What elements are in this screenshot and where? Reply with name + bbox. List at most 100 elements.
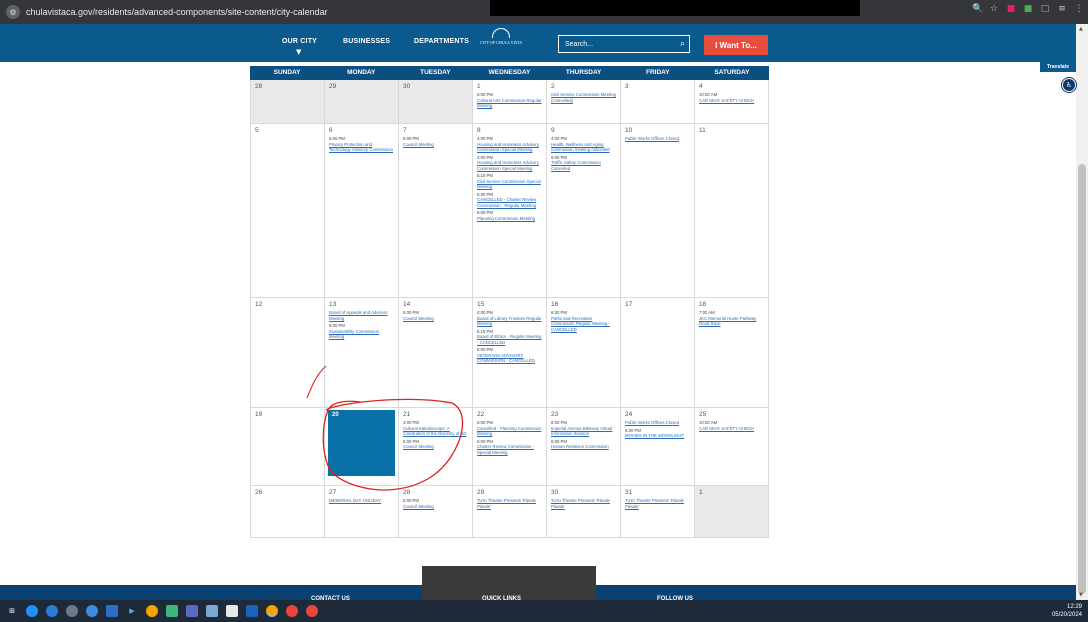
calendar-day[interactable]: 23 6:00 PM Imperial Avenue Bikeway Virtual… — [547, 408, 621, 485]
address-bar[interactable]: chulavistaca.gov/residents/advanced-comp… — [26, 7, 328, 17]
calendar-day[interactable]: 8 4:00 PM Housing and Homeless Advisory Co… — [473, 124, 547, 297]
calendar-day[interactable]: 10 Public Works Offices Closed — [621, 124, 695, 297]
nav-departments[interactable]: DEPARTMENTS — [414, 38, 469, 45]
calendar-day[interactable]: 2 Civil Service Commission Meeting (Cance… — [547, 80, 621, 123]
calendar-day[interactable]: 18 7:00 AM JKC Memorial Hunte Parkway Road… — [695, 298, 769, 407]
calendar-day[interactable]: 1 6:00 PM Cultural Arts Commission Regular… — [473, 80, 547, 123]
calendar-day-today[interactable]: 20 — [325, 408, 399, 485]
system-clock[interactable]: 12:29 05/20/2024 — [1052, 603, 1082, 619]
app-icon[interactable] — [186, 605, 198, 617]
event-link[interactable]: Cultural Kaleidoscope: A Celebration of … — [403, 426, 468, 437]
calendar-day[interactable]: 17 — [621, 298, 695, 407]
word-icon[interactable] — [246, 605, 258, 617]
event-link[interactable]: Housing and Homeless Advisory Commission… — [477, 160, 542, 171]
event-link[interactable]: Planning Commission Meeting — [477, 216, 542, 222]
event-link[interactable]: Council Meeting — [403, 142, 468, 148]
scroll-up-icon[interactable]: ▲ — [1079, 26, 1083, 32]
chrome-icon[interactable] — [286, 605, 298, 617]
event-link[interactable]: Human Relations Commission — [551, 444, 616, 450]
event-link[interactable]: Sustainability Commission Meeting — [329, 329, 394, 340]
event-link[interactable]: Board of Library Trustees Regular Meetin… — [477, 316, 542, 327]
extension-icon[interactable]: □ — [1040, 4, 1050, 14]
nav-our-city[interactable]: OUR CITY — [282, 38, 317, 45]
event-link[interactable]: Board of Ethics - Regular Meeting - CANC… — [477, 334, 542, 345]
event-link[interactable]: Charter Review Commission - Special Meet… — [477, 444, 542, 455]
chrome-icon[interactable] — [266, 605, 278, 617]
calendar-day[interactable]: 28 — [251, 80, 325, 123]
translate-button[interactable]: Translate — [1040, 62, 1076, 72]
event-link[interactable]: Civil Service Commission Special Meeting — [477, 179, 542, 190]
calendar-day[interactable]: 29 — [325, 80, 399, 123]
calendar-day[interactable]: 31 TuYo Theatre Presents 'Pásale Pásale' — [621, 486, 695, 537]
event-link[interactable]: Health, Wellness and Aging commission me… — [551, 142, 616, 153]
calendar-day[interactable]: 25 10:00 AM CAR SEAT SAFETY CHECK — [695, 408, 769, 485]
event-link[interactable]: Civil Service Commission Meeting (Cancel… — [551, 92, 616, 103]
event-link[interactable]: TuYo Theatre Presents 'Pásale Pásale' — [551, 498, 616, 509]
event-link[interactable]: Board of Appeals and Advisors Meeting — [329, 310, 394, 321]
calendar-day[interactable]: 11 — [695, 124, 769, 297]
calendar-day[interactable]: 22 6:00 PM Cancelled - Planning Commission… — [473, 408, 547, 485]
event-link[interactable]: Council Meeting — [403, 316, 468, 322]
calendar-day[interactable]: 27 MEMORIAL DAY HOLIDAY — [325, 486, 399, 537]
scroll-thumb[interactable] — [1078, 164, 1086, 594]
menu-icon[interactable]: ⋮ — [1074, 4, 1084, 14]
calendar-day[interactable]: 1 — [695, 486, 769, 537]
event-link[interactable]: TuYo Theatre Presents 'Pásale Pásale' — [625, 498, 690, 509]
search-input[interactable]: Search... ⌕ — [558, 35, 690, 53]
calendar-day[interactable]: 4 10:00 AM CAR SEAT SAFETY CHECK — [695, 80, 769, 123]
event-link[interactable]: Parks and Recreation Commission Regular … — [551, 316, 616, 333]
event-link[interactable]: VETERANS ADVISORY COMMISSION - CANCELLED — [477, 353, 542, 364]
event-link[interactable]: Council Meeting — [403, 444, 468, 450]
event-link[interactable]: CAR SEAT SAFETY CHECK — [699, 426, 764, 432]
event-link[interactable]: Traffic Safety Commission Cancelled — [551, 160, 616, 171]
app-icon[interactable] — [66, 605, 78, 617]
calendar-day[interactable]: 30 TuYo Theatre Presents 'Pásale Pásale' — [547, 486, 621, 537]
event-link[interactable]: MOVIES IN THE MOONLIGHT — [625, 433, 690, 439]
event-link[interactable]: Cultural Arts Commission Regular Meeting — [477, 98, 542, 109]
calendar-day[interactable]: 3 — [621, 80, 695, 123]
nav-businesses[interactable]: BUSINESSES — [343, 38, 390, 45]
app-icon[interactable] — [166, 605, 178, 617]
app-icon[interactable] — [206, 605, 218, 617]
zoom-icon[interactable]: 🔍 — [972, 4, 983, 14]
edge-icon[interactable] — [46, 605, 58, 617]
accessibility-icon[interactable]: ♿ — [1062, 78, 1076, 92]
calendar-day[interactable]: 15 4:00 PM Board of Library Trustees Regul… — [473, 298, 547, 407]
star-icon[interactable]: ☆ — [989, 4, 999, 14]
calendar-day[interactable]: 24 Public Works Offices Closed 6:00 PM MOVI… — [621, 408, 695, 485]
site-info-icon[interactable]: ⚙ — [6, 5, 20, 19]
calendar-day[interactable]: 16 6:30 PM Parks and Recreation Commission… — [547, 298, 621, 407]
chrome-icon[interactable] — [146, 605, 158, 617]
city-logo[interactable]: CITY OF CHULA VISTA — [480, 28, 522, 58]
event-link[interactable]: CANCELLED - Charter Review Commission - … — [477, 197, 542, 208]
event-link[interactable]: Cancelled - Planning Commission Meeting — [477, 426, 542, 437]
calendar-day[interactable]: 14 5:00 PM Council Meeting — [399, 298, 473, 407]
app-icon[interactable] — [86, 605, 98, 617]
event-link[interactable]: Imperial Avenue Bikeway Virtual Informat… — [551, 426, 616, 437]
event-link[interactable]: Housing and Homeless Advisory Commission… — [477, 142, 542, 153]
calendar-day[interactable]: 13 Board of Appeals and Advisors Meeting 5… — [325, 298, 399, 407]
calendar-day[interactable]: 21 4:00 PM Cultural Kaleidoscope: A Celebr… — [399, 408, 473, 485]
file-icon[interactable] — [226, 605, 238, 617]
search-icon[interactable]: ⌕ — [680, 39, 685, 49]
chrome-icon[interactable] — [306, 605, 318, 617]
extension-icon[interactable]: ■ — [1006, 4, 1016, 14]
page-scrollbar[interactable]: ▲ ▼ — [1076, 24, 1088, 600]
start-icon[interactable]: ⊞ — [6, 605, 18, 617]
calendar-day[interactable]: 29 TuYo Theatre Presents 'Pásale Pásale' — [473, 486, 547, 537]
calendar-day[interactable]: 19 — [251, 408, 325, 485]
calendar-day[interactable]: 5 — [251, 124, 325, 297]
event-link[interactable]: CAR SEAT SAFETY CHECK — [699, 98, 764, 104]
scroll-down-icon[interactable]: ▼ — [1079, 592, 1083, 598]
i-want-to-button[interactable]: I Want To... — [704, 35, 768, 55]
chevron-down-icon[interactable]: ▼ — [296, 48, 301, 56]
play-icon[interactable]: ▶ — [126, 605, 138, 617]
app-icon[interactable] — [26, 605, 38, 617]
calendar-day[interactable]: 7 5:00 PM Council Meeting — [399, 124, 473, 297]
event-link[interactable]: Public Works Offices Closed — [625, 420, 690, 426]
calendar-day[interactable]: 30 — [399, 80, 473, 123]
event-link[interactable]: TuYo Theatre Presents 'Pásale Pásale' — [477, 498, 542, 509]
event-link[interactable]: Privacy Protection and Technology Adviso… — [329, 142, 394, 153]
event-link[interactable]: Council Meeting — [403, 504, 468, 510]
event-link[interactable]: Public Works Offices Closed — [625, 136, 690, 142]
